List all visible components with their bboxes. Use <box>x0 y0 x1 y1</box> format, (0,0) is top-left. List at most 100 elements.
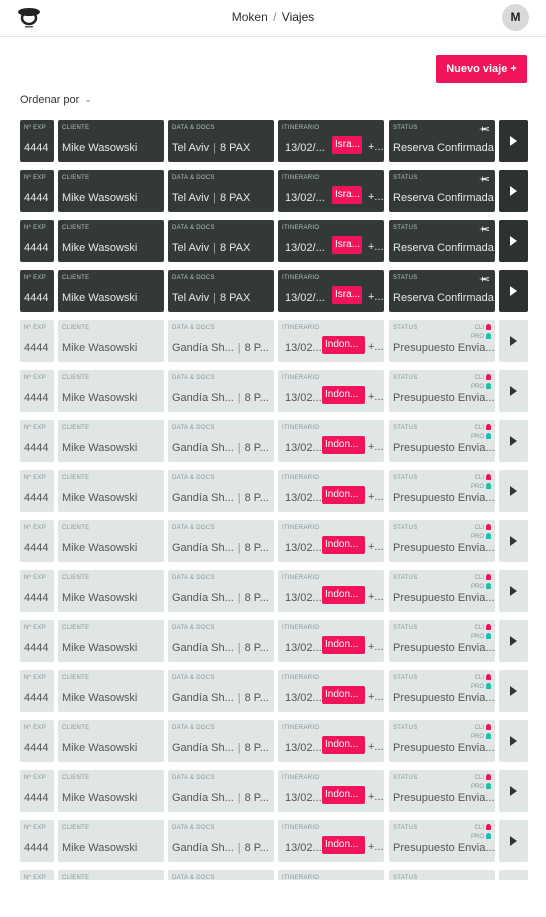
more-destinations[interactable]: +... <box>368 641 384 653</box>
trip-row[interactable]: Nº EXP 4444 CLIENTE Mike Wasowski DATA & DOC… <box>20 320 528 362</box>
open-trip-button[interactable] <box>499 620 528 662</box>
destination-tag[interactable]: Isra... <box>332 186 362 204</box>
itinerary-date: 13/02/... <box>285 242 325 254</box>
more-destinations[interactable]: +... <box>368 491 384 503</box>
open-trip-button[interactable] <box>499 770 528 812</box>
play-icon <box>510 836 517 846</box>
data-docs-value: Gandía Sh... | 8 P... <box>172 442 269 454</box>
more-destinations[interactable]: +... <box>368 141 384 153</box>
new-trip-button[interactable]: Nuevo viaje + <box>436 55 527 83</box>
more-destinations[interactable]: +... <box>368 541 384 553</box>
notification-flags: CLI PRO <box>471 774 491 792</box>
trip-row[interactable]: Nº EXP 4444 CLIENTE Mike Wasowski DATA & DOC… <box>20 120 528 162</box>
trip-row[interactable]: Nº EXP CLIENTE DATA & DOCS ITINERARIO STATUS <box>20 870 528 880</box>
trip-row[interactable]: Nº EXP 4444 CLIENTE Mike Wasowski DATA & DOC… <box>20 370 528 412</box>
trip-row[interactable]: Nº EXP 4444 CLIENTE Mike Wasowski DATA & DOC… <box>20 170 528 212</box>
more-destinations[interactable]: +... <box>368 741 384 753</box>
open-trip-button[interactable] <box>499 370 528 412</box>
destination-tag[interactable]: Indon... <box>322 636 365 654</box>
more-destinations[interactable]: +... <box>368 591 384 603</box>
cell-data-docs: DATA & DOCS Gandía Sh... | 8 P... <box>168 320 274 362</box>
destination-tag[interactable]: Indon... <box>322 836 365 854</box>
destination-tag[interactable]: Indon... <box>322 436 365 454</box>
open-trip-button[interactable] <box>499 220 528 262</box>
label-exp: Nº EXP <box>24 175 46 181</box>
open-trip-button[interactable] <box>499 870 528 880</box>
destination-tag[interactable]: Indon... <box>322 786 365 804</box>
destination-tag[interactable]: Indon... <box>322 586 365 604</box>
sort-dropdown[interactable]: Ordenar por ⌄ <box>20 94 92 106</box>
destination-tag[interactable]: Indon... <box>322 736 365 754</box>
more-destinations[interactable]: +... <box>368 791 384 803</box>
destination-tag[interactable]: Indon... <box>322 386 365 404</box>
itinerary-date: 13/02... <box>285 392 322 404</box>
open-trip-button[interactable] <box>499 670 528 712</box>
open-trip-button[interactable] <box>499 570 528 612</box>
cell-status: STATUS Reserva Confirmada <box>389 120 495 162</box>
cell-data-docs: DATA & DOCS Gandía Sh... | 8 P... <box>168 420 274 462</box>
open-trip-button[interactable] <box>499 720 528 762</box>
more-destinations[interactable]: +... <box>368 191 384 203</box>
open-trip-button[interactable] <box>499 470 528 512</box>
exp-number: 4444 <box>24 242 49 254</box>
destination-tag[interactable]: Indon... <box>322 536 365 554</box>
destination-tag[interactable]: Isra... <box>332 136 362 154</box>
label-client: CLIENTE <box>62 775 90 781</box>
notification-flags: CLI PRO <box>471 524 491 542</box>
separator: | <box>237 442 241 454</box>
cell-client: CLIENTE Mike Wasowski <box>58 470 164 512</box>
open-trip-button[interactable] <box>499 420 528 462</box>
cell-itinerary: ITINERARIO 13/02... Indon... +... <box>278 670 384 712</box>
cell-exp: Nº EXP 4444 <box>20 770 54 812</box>
destination-tag[interactable]: Indon... <box>322 486 365 504</box>
status-value: Presupuesto Envia... <box>393 442 495 454</box>
destination-tag[interactable]: Indon... <box>322 336 365 354</box>
label-status: STATUS <box>393 575 418 581</box>
open-trip-button[interactable] <box>499 520 528 562</box>
cell-exp: Nº EXP 4444 <box>20 170 54 212</box>
cell-itinerary: ITINERARIO 13/02/... Isra... +... <box>278 120 384 162</box>
more-destinations[interactable]: +... <box>368 391 384 403</box>
trip-row[interactable]: Nº EXP 4444 CLIENTE Mike Wasowski DATA & DOC… <box>20 670 528 712</box>
more-destinations[interactable]: +... <box>368 341 384 353</box>
label-status: STATUS <box>393 325 418 331</box>
open-trip-button[interactable] <box>499 120 528 162</box>
open-trip-button[interactable] <box>499 320 528 362</box>
more-destinations[interactable]: +... <box>368 441 384 453</box>
destination-city: Gandía Sh... <box>172 492 234 504</box>
destination-tag[interactable]: Isra... <box>332 286 362 304</box>
flag-pro-label: PRO <box>470 734 484 740</box>
label-client: CLIENTE <box>62 725 90 731</box>
open-trip-button[interactable] <box>499 270 528 312</box>
user-avatar[interactable]: M <box>502 4 529 31</box>
trip-row[interactable]: Nº EXP 4444 CLIENTE Mike Wasowski DATA & DOC… <box>20 270 528 312</box>
chevron-down-icon: ⌄ <box>84 94 92 104</box>
trip-row[interactable]: Nº EXP 4444 CLIENTE Mike Wasowski DATA & DOC… <box>20 820 528 862</box>
trip-row[interactable]: Nº EXP 4444 CLIENTE Mike Wasowski DATA & DOC… <box>20 470 528 512</box>
separator: | <box>237 392 241 404</box>
trip-row[interactable]: Nº EXP 4444 CLIENTE Mike Wasowski DATA & DOC… <box>20 420 528 462</box>
open-trip-button[interactable] <box>499 170 528 212</box>
destination-tag[interactable]: Isra... <box>332 236 362 254</box>
exp-number: 4444 <box>24 342 49 354</box>
cell-exp: Nº EXP 4444 <box>20 570 54 612</box>
trip-row[interactable]: Nº EXP 4444 CLIENTE Mike Wasowski DATA & DOC… <box>20 570 528 612</box>
cell-status: STATUS CLI PRO Presupuesto Envia... <box>389 370 495 412</box>
trip-row[interactable]: Nº EXP 4444 CLIENTE Mike Wasowski DATA & DOC… <box>20 770 528 812</box>
breadcrumb-root[interactable]: Moken <box>232 10 268 24</box>
open-trip-button[interactable] <box>499 820 528 862</box>
cell-data-docs: DATA & DOCS Gandía Sh... | 8 P... <box>168 770 274 812</box>
destination-tag[interactable]: Indon... <box>322 686 365 704</box>
label-itinerary: ITINERARIO <box>282 775 320 781</box>
more-destinations[interactable]: +... <box>368 241 384 253</box>
trip-row[interactable]: Nº EXP 4444 CLIENTE Mike Wasowski DATA & DOC… <box>20 220 528 262</box>
more-destinations[interactable]: +... <box>368 291 384 303</box>
trip-row[interactable]: Nº EXP 4444 CLIENTE Mike Wasowski DATA & DOC… <box>20 620 528 662</box>
trip-row[interactable]: Nº EXP 4444 CLIENTE Mike Wasowski DATA & DOC… <box>20 520 528 562</box>
label-exp: Nº EXP <box>24 125 46 131</box>
more-destinations[interactable]: +... <box>368 691 384 703</box>
separator: | <box>237 642 241 654</box>
trip-row[interactable]: Nº EXP 4444 CLIENTE Mike Wasowski DATA & DOC… <box>20 720 528 762</box>
more-destinations[interactable]: +... <box>368 841 384 853</box>
status-value: Reserva Confirmada <box>393 142 494 154</box>
